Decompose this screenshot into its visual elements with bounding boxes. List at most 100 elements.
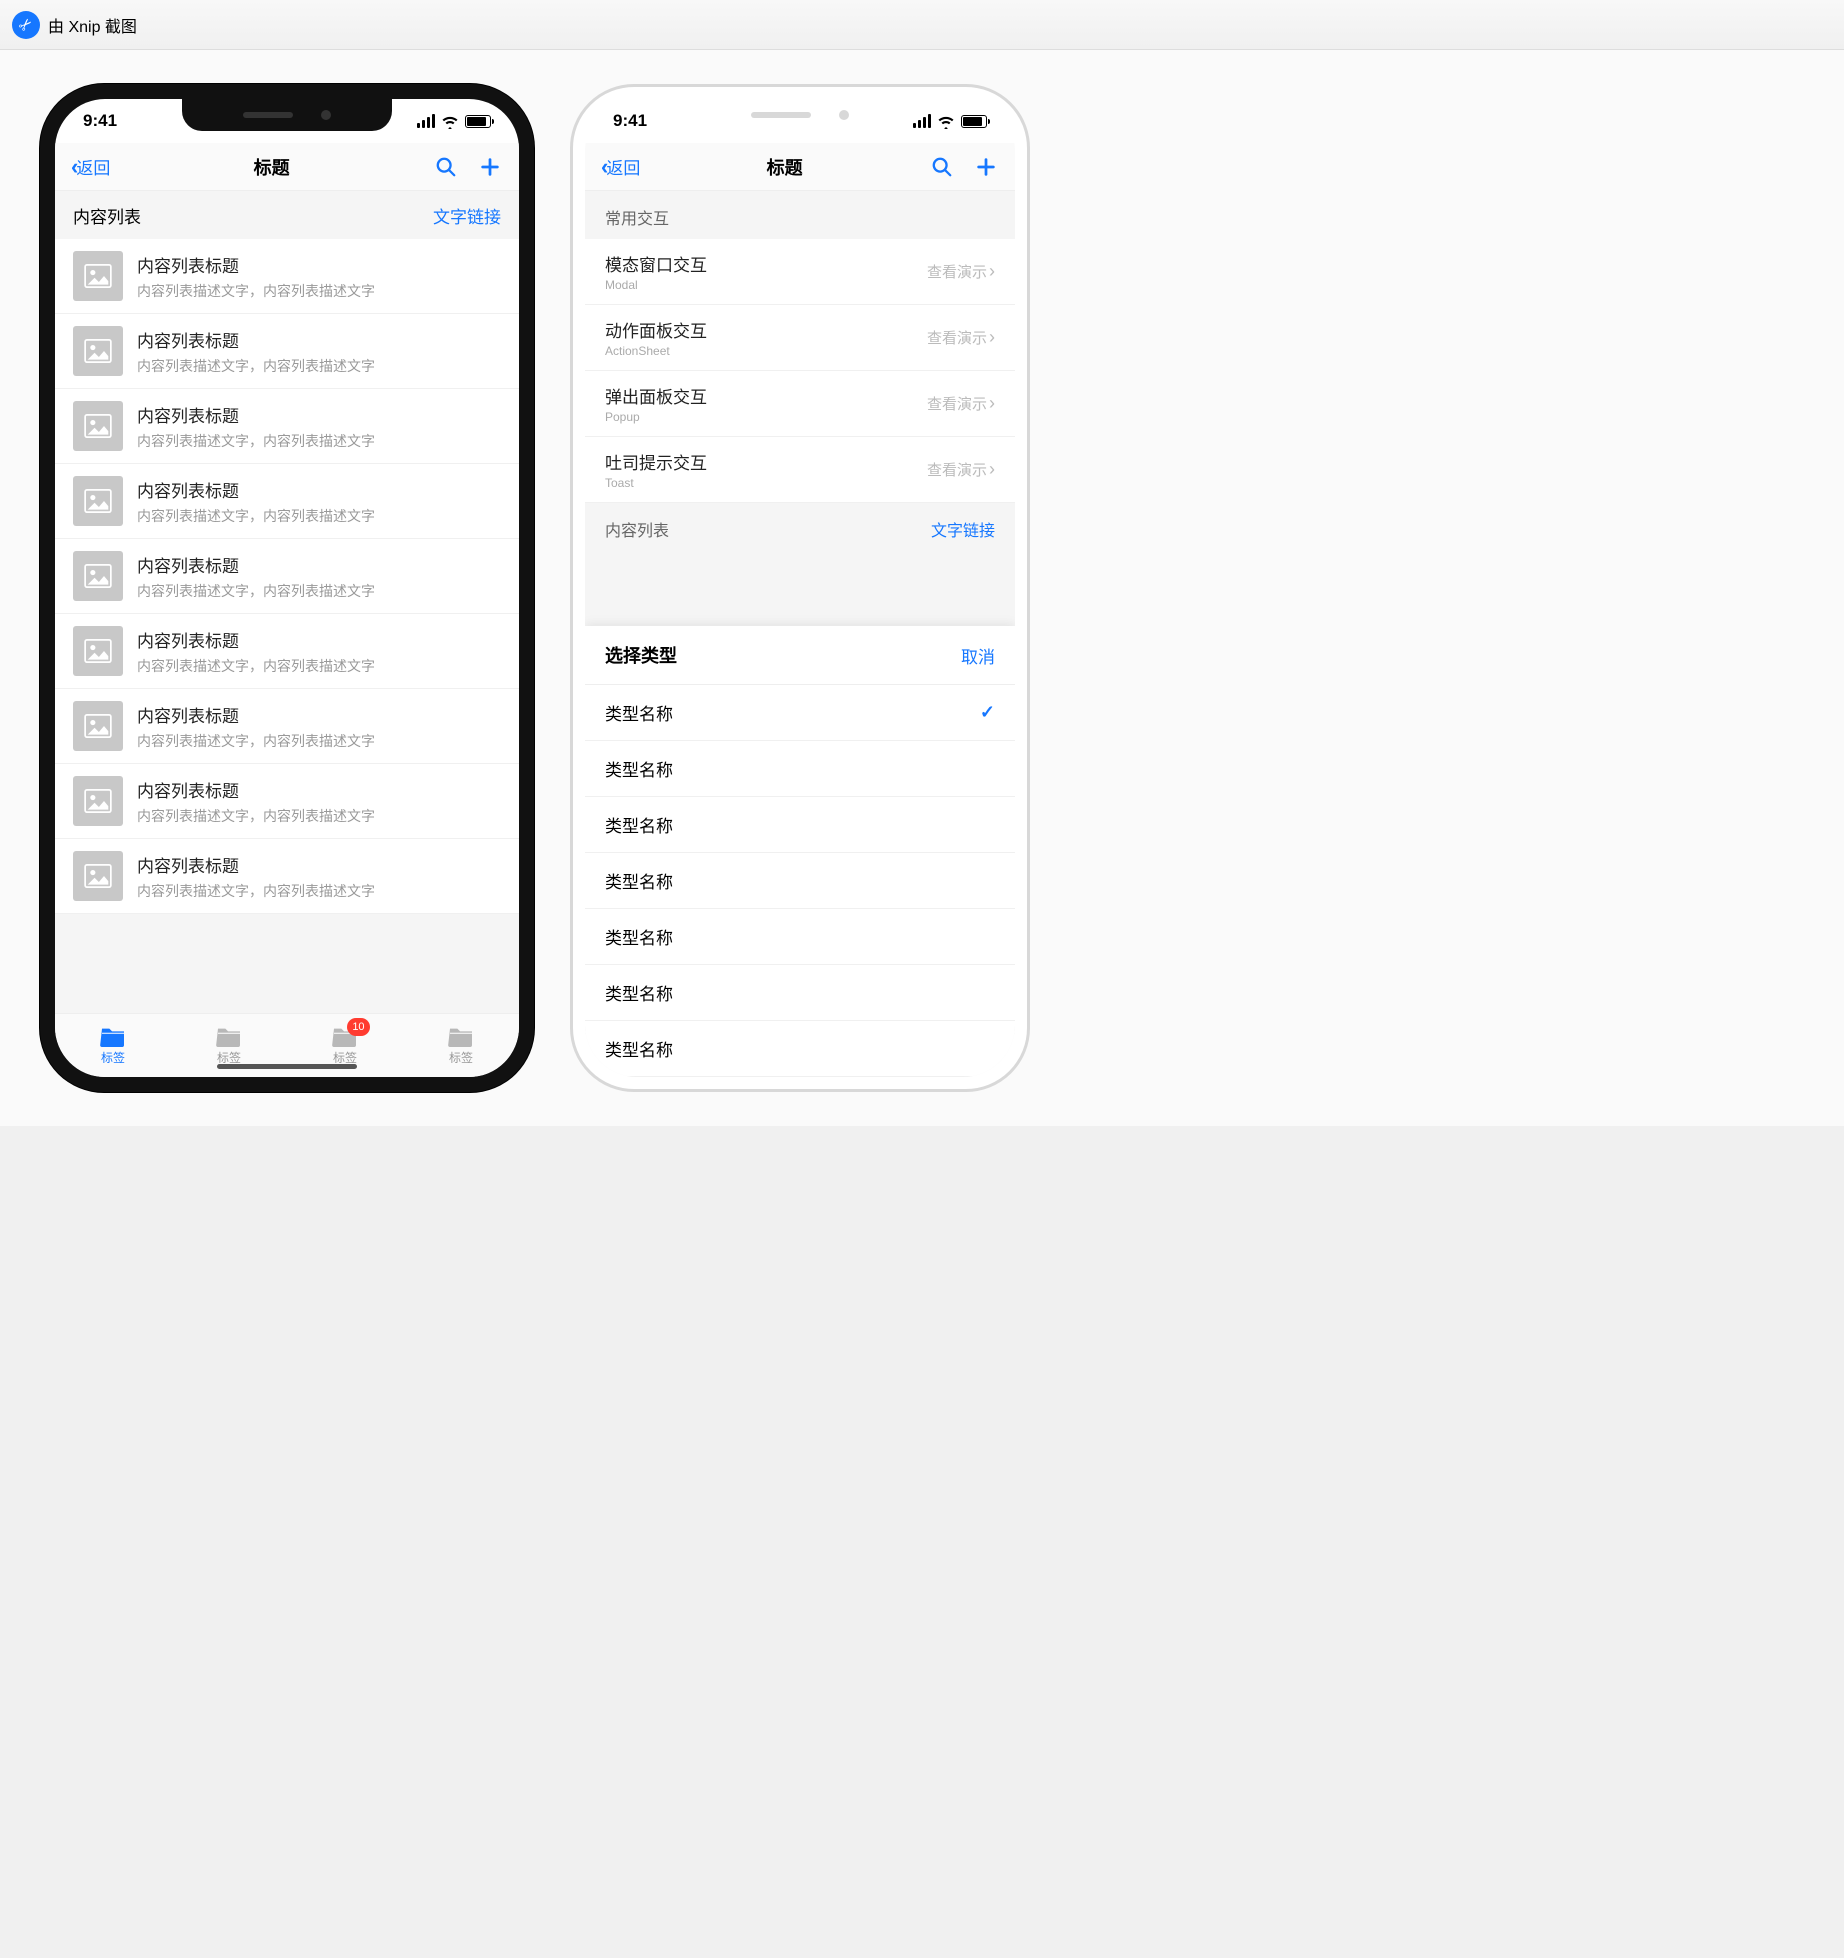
option-label: 类型名称 [605, 924, 673, 949]
list-item[interactable]: 内容列表标题 内容列表描述文字，内容列表描述文字 [55, 839, 519, 914]
option-label: 类型名称 [605, 700, 673, 725]
sheet-option[interactable]: 类型名称 [585, 909, 1015, 965]
back-label: 返回 [76, 154, 110, 179]
section-header: 内容列表 文字链接 [55, 191, 519, 239]
list-item[interactable]: 内容列表标题 内容列表描述文字，内容列表描述文字 [55, 614, 519, 689]
folder-icon [100, 1025, 126, 1047]
add-button[interactable] [973, 154, 999, 180]
list-item[interactable]: 内容列表标题 内容列表描述文字，内容列表描述文字 [55, 689, 519, 764]
thumbnail-placeholder [73, 626, 123, 676]
status-time: 9:41 [613, 111, 647, 131]
plus-icon [975, 156, 997, 178]
sheet-option[interactable]: 类型名称 ✓ [585, 685, 1015, 741]
search-button[interactable] [433, 154, 459, 180]
thumbnail-placeholder [73, 551, 123, 601]
sheet-option[interactable]: 类型名称 [585, 797, 1015, 853]
option-label: 类型名称 [605, 980, 673, 1005]
plus-icon [479, 156, 501, 178]
tab-4[interactable]: 标签 [403, 1014, 519, 1077]
tab-badge: 10 [347, 1018, 369, 1036]
list-item-desc: 内容列表描述文字，内容列表描述文字 [137, 506, 375, 526]
list-item-title: 内容列表标题 [137, 627, 375, 652]
sheet-cancel-button[interactable]: 取消 [961, 643, 995, 668]
check-icon: ✓ [980, 702, 995, 723]
nav-bar: ‹返回 标题 [55, 143, 519, 191]
thumbnail-placeholder [73, 401, 123, 451]
nav-title: 标题 [254, 154, 290, 180]
banner-text: 由 Xnip 截图 [48, 13, 137, 37]
thumbnail-placeholder [73, 851, 123, 901]
option-label: 类型名称 [605, 1036, 673, 1061]
signal-icon [417, 114, 435, 128]
action-sheet: 选择类型 取消 类型名称✓类型名称类型名称类型名称类型名称类型名称类型名称 [585, 626, 1015, 1077]
list-item-title: 内容列表标题 [137, 852, 375, 877]
list-item[interactable]: 内容列表标题 内容列表描述文字，内容列表描述文字 [55, 314, 519, 389]
signal-icon [913, 114, 931, 128]
section-link[interactable]: 文字链接 [433, 203, 501, 228]
thumbnail-placeholder [73, 251, 123, 301]
list-item-title: 内容列表标题 [137, 252, 375, 277]
phone-mockup-left: 9:41 ‹返回 标题 [40, 84, 534, 1092]
tab-label: 标签 [101, 1049, 125, 1066]
list-item-desc: 内容列表描述文字，内容列表描述文字 [137, 806, 375, 826]
thumbnail-placeholder [73, 701, 123, 751]
list-item[interactable]: 内容列表标题 内容列表描述文字，内容列表描述文字 [55, 389, 519, 464]
list-item-desc: 内容列表描述文字，内容列表描述文字 [137, 281, 375, 301]
back-label: 返回 [606, 154, 640, 179]
section-title: 内容列表 [73, 203, 141, 228]
list-item-title: 内容列表标题 [137, 402, 375, 427]
list-item-desc: 内容列表描述文字，内容列表描述文字 [137, 356, 375, 376]
sheet-option[interactable]: 类型名称 [585, 853, 1015, 909]
action-sheet-overlay: 选择类型 取消 类型名称✓类型名称类型名称类型名称类型名称类型名称类型名称 [585, 191, 1015, 1077]
nav-bar: ‹返回 标题 [585, 143, 1015, 191]
canvas: 9:41 ‹返回 标题 [0, 50, 1844, 1126]
folder-icon [448, 1025, 474, 1047]
option-label: 类型名称 [605, 756, 673, 781]
add-button[interactable] [477, 154, 503, 180]
list-item-title: 内容列表标题 [137, 552, 375, 577]
list-item-title: 内容列表标题 [137, 702, 375, 727]
search-icon [435, 156, 457, 178]
list-item-title: 内容列表标题 [137, 327, 375, 352]
back-button[interactable]: ‹返回 [71, 154, 110, 180]
wifi-icon [441, 114, 459, 128]
list-item-desc: 内容列表描述文字，内容列表描述文字 [137, 731, 375, 751]
home-indicator [217, 1064, 357, 1069]
thumbnail-placeholder [73, 776, 123, 826]
content-list: 内容列表标题 内容列表描述文字，内容列表描述文字 内容列表标题 内容列表描述文字… [55, 239, 519, 914]
sheet-title: 选择类型 [605, 642, 677, 668]
list-item-desc: 内容列表描述文字，内容列表描述文字 [137, 431, 375, 451]
list-item[interactable]: 内容列表标题 内容列表描述文字，内容列表描述文字 [55, 464, 519, 539]
list-item[interactable]: 内容列表标题 内容列表描述文字，内容列表描述文字 [55, 764, 519, 839]
folder-icon [216, 1025, 242, 1047]
notch [695, 99, 905, 131]
phone-mockup-right: 9:41 ‹返回 标题 [570, 84, 1030, 1092]
option-label: 类型名称 [605, 812, 673, 837]
sheet-options: 类型名称✓类型名称类型名称类型名称类型名称类型名称类型名称 [585, 685, 1015, 1077]
wifi-icon [937, 114, 955, 128]
search-button[interactable] [929, 154, 955, 180]
app-banner: 由 Xnip 截图 [0, 0, 1844, 50]
search-icon [931, 156, 953, 178]
thumbnail-placeholder [73, 476, 123, 526]
tab-label: 标签 [449, 1049, 473, 1066]
sheet-option[interactable]: 类型名称 [585, 1021, 1015, 1077]
battery-icon [961, 115, 987, 128]
xnip-logo [12, 11, 40, 39]
list-item-desc: 内容列表描述文字，内容列表描述文字 [137, 881, 375, 901]
tab-1[interactable]: 标签 [55, 1014, 171, 1077]
nav-title: 标题 [767, 154, 803, 180]
sheet-option[interactable]: 类型名称 [585, 741, 1015, 797]
sheet-option[interactable]: 类型名称 [585, 965, 1015, 1021]
list-item[interactable]: 内容列表标题 内容列表描述文字，内容列表描述文字 [55, 239, 519, 314]
list-item-title: 内容列表标题 [137, 777, 375, 802]
battery-icon [465, 115, 491, 128]
list-item-title: 内容列表标题 [137, 477, 375, 502]
notch [182, 99, 392, 131]
status-time: 9:41 [83, 111, 117, 131]
list-item[interactable]: 内容列表标题 内容列表描述文字，内容列表描述文字 [55, 539, 519, 614]
list-item-desc: 内容列表描述文字，内容列表描述文字 [137, 581, 375, 601]
list-item-desc: 内容列表描述文字，内容列表描述文字 [137, 656, 375, 676]
back-button[interactable]: ‹返回 [601, 154, 640, 180]
option-label: 类型名称 [605, 868, 673, 893]
